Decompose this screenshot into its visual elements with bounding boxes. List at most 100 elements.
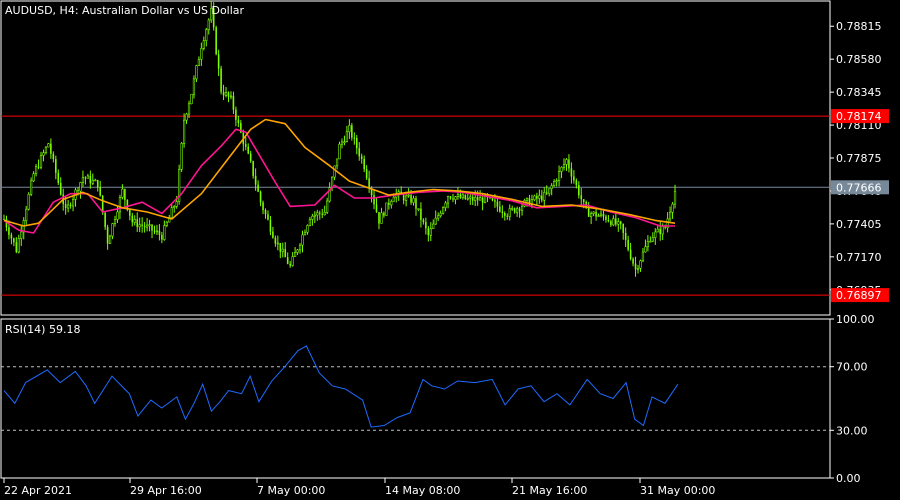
- candle-body-bull: [412, 197, 415, 203]
- candle-body-bear: [570, 168, 573, 177]
- candle-body-bull: [170, 207, 173, 218]
- candle-body-bull: [138, 224, 141, 228]
- candle-body-bull: [417, 208, 420, 210]
- candle-body-bear: [99, 187, 102, 196]
- candle-body-bear: [459, 194, 462, 198]
- candle-body-bull: [597, 215, 600, 217]
- candle-body-bear: [136, 219, 139, 227]
- candle-body-bull: [311, 215, 314, 220]
- candle-body-bull: [385, 202, 388, 216]
- candle-body-bull: [348, 125, 351, 133]
- candle-body-bull: [113, 219, 117, 224]
- candle-body-bear: [286, 257, 289, 264]
- candle-body-bear: [96, 179, 99, 188]
- candle-body-bear: [274, 237, 277, 244]
- price-tick-label: 0.77405: [836, 218, 882, 231]
- candle-body-bear: [272, 231, 274, 238]
- candle-body-bull: [30, 180, 33, 195]
- candle-body-bull: [454, 196, 457, 200]
- candle-body-bull: [333, 165, 336, 178]
- candle-body-bear: [481, 197, 484, 203]
- candle-body-bull: [617, 221, 620, 225]
- candle-body-bear: [363, 158, 365, 170]
- candle-body-bull: [651, 237, 654, 242]
- candle-body-bull: [525, 197, 529, 201]
- price-tick-label: 0.78345: [836, 86, 882, 99]
- candle-body-bear: [602, 213, 605, 217]
- candle-body-bear: [499, 206, 501, 212]
- candle-body-bull: [516, 208, 519, 213]
- candle-body-bull: [644, 246, 647, 253]
- candle-body-bull: [405, 195, 408, 201]
- candle-body-bear: [353, 137, 356, 139]
- candle-body-bear: [254, 175, 257, 185]
- candle-body-bull: [345, 131, 349, 143]
- candle-body-bull: [71, 199, 75, 207]
- candle-body-bull: [511, 208, 514, 210]
- candle-body-bull: [165, 221, 168, 226]
- candle-body-bear: [622, 223, 625, 233]
- candle-body-bear: [55, 159, 57, 173]
- candle-body-bear: [464, 194, 467, 199]
- candle-body-bear: [378, 212, 380, 224]
- candle-body-bull: [612, 218, 615, 226]
- candle-body-bull: [116, 211, 119, 220]
- candle-body-bear: [513, 208, 516, 213]
- candle-body-bull: [173, 206, 176, 208]
- candle-body-bear: [15, 242, 18, 253]
- trading-chart: 0.788150.785800.783450.781100.778750.776…: [0, 0, 900, 500]
- candle-body-bear: [351, 125, 353, 138]
- chart-title: AUDUSD, H4: Australian Dollar vs US Doll…: [5, 4, 245, 17]
- candle-body-bear: [634, 263, 637, 270]
- candle-body-bear: [249, 153, 252, 162]
- candle-body-bull: [641, 251, 645, 262]
- time-tick-label: 14 May 08:00: [385, 484, 460, 497]
- candle-body-bear: [151, 224, 153, 231]
- candle-body-bull: [331, 176, 334, 188]
- candle-body-bull: [205, 29, 208, 42]
- candle-body-bull: [281, 248, 284, 252]
- candle-body-bear: [321, 213, 324, 215]
- candle-body-bull: [673, 190, 677, 205]
- candle-body-bull: [229, 95, 233, 98]
- candle-body-bull: [44, 146, 48, 153]
- time-tick-label: 7 May 00:00: [257, 484, 325, 497]
- candle-body-bull: [148, 224, 151, 226]
- candle-body-bear: [536, 195, 538, 199]
- candle-body-bear: [575, 180, 578, 186]
- candle-body-bear: [355, 137, 358, 149]
- candle-body-bear: [368, 178, 370, 189]
- candle-body-bull: [553, 181, 556, 187]
- candle-body-bull: [313, 214, 316, 217]
- candle-body-bear: [422, 219, 425, 222]
- candle-body-bear: [506, 215, 509, 217]
- price-tick-label: 0.78815: [836, 20, 882, 33]
- candle-body-bear: [227, 92, 230, 97]
- candle-body-bear: [410, 195, 412, 203]
- candle-body-bear: [59, 182, 62, 195]
- candle-body-bear: [259, 191, 262, 203]
- candle-body-bull: [392, 196, 395, 202]
- candle-body-bear: [607, 219, 610, 222]
- candle-body-bear: [232, 95, 235, 110]
- price-tick-label: 0.77170: [836, 251, 882, 264]
- candle-body-bull: [163, 225, 166, 240]
- candle-body-bull: [560, 166, 563, 172]
- candle-body-bear: [627, 239, 629, 250]
- candle-body-bear: [420, 208, 422, 220]
- candle-body-bear: [494, 200, 496, 202]
- candle-body-bull: [649, 240, 652, 243]
- candle-body-bear: [131, 215, 134, 223]
- candle-body-bear: [289, 263, 291, 266]
- candle-body-bull: [192, 78, 196, 95]
- candle-body-bull: [656, 228, 659, 233]
- candle-body-bull: [390, 201, 393, 206]
- candle-body-bear: [358, 148, 361, 157]
- candle-body-bear: [578, 185, 580, 196]
- candle-body-bull: [47, 143, 50, 148]
- rsi-tick-label: 30.00: [836, 424, 868, 437]
- candle-body-bull: [592, 211, 595, 214]
- rsi-title: RSI(14) 59.18: [5, 323, 80, 336]
- candle-body-bear: [13, 238, 15, 243]
- candle-body-bear: [8, 227, 10, 235]
